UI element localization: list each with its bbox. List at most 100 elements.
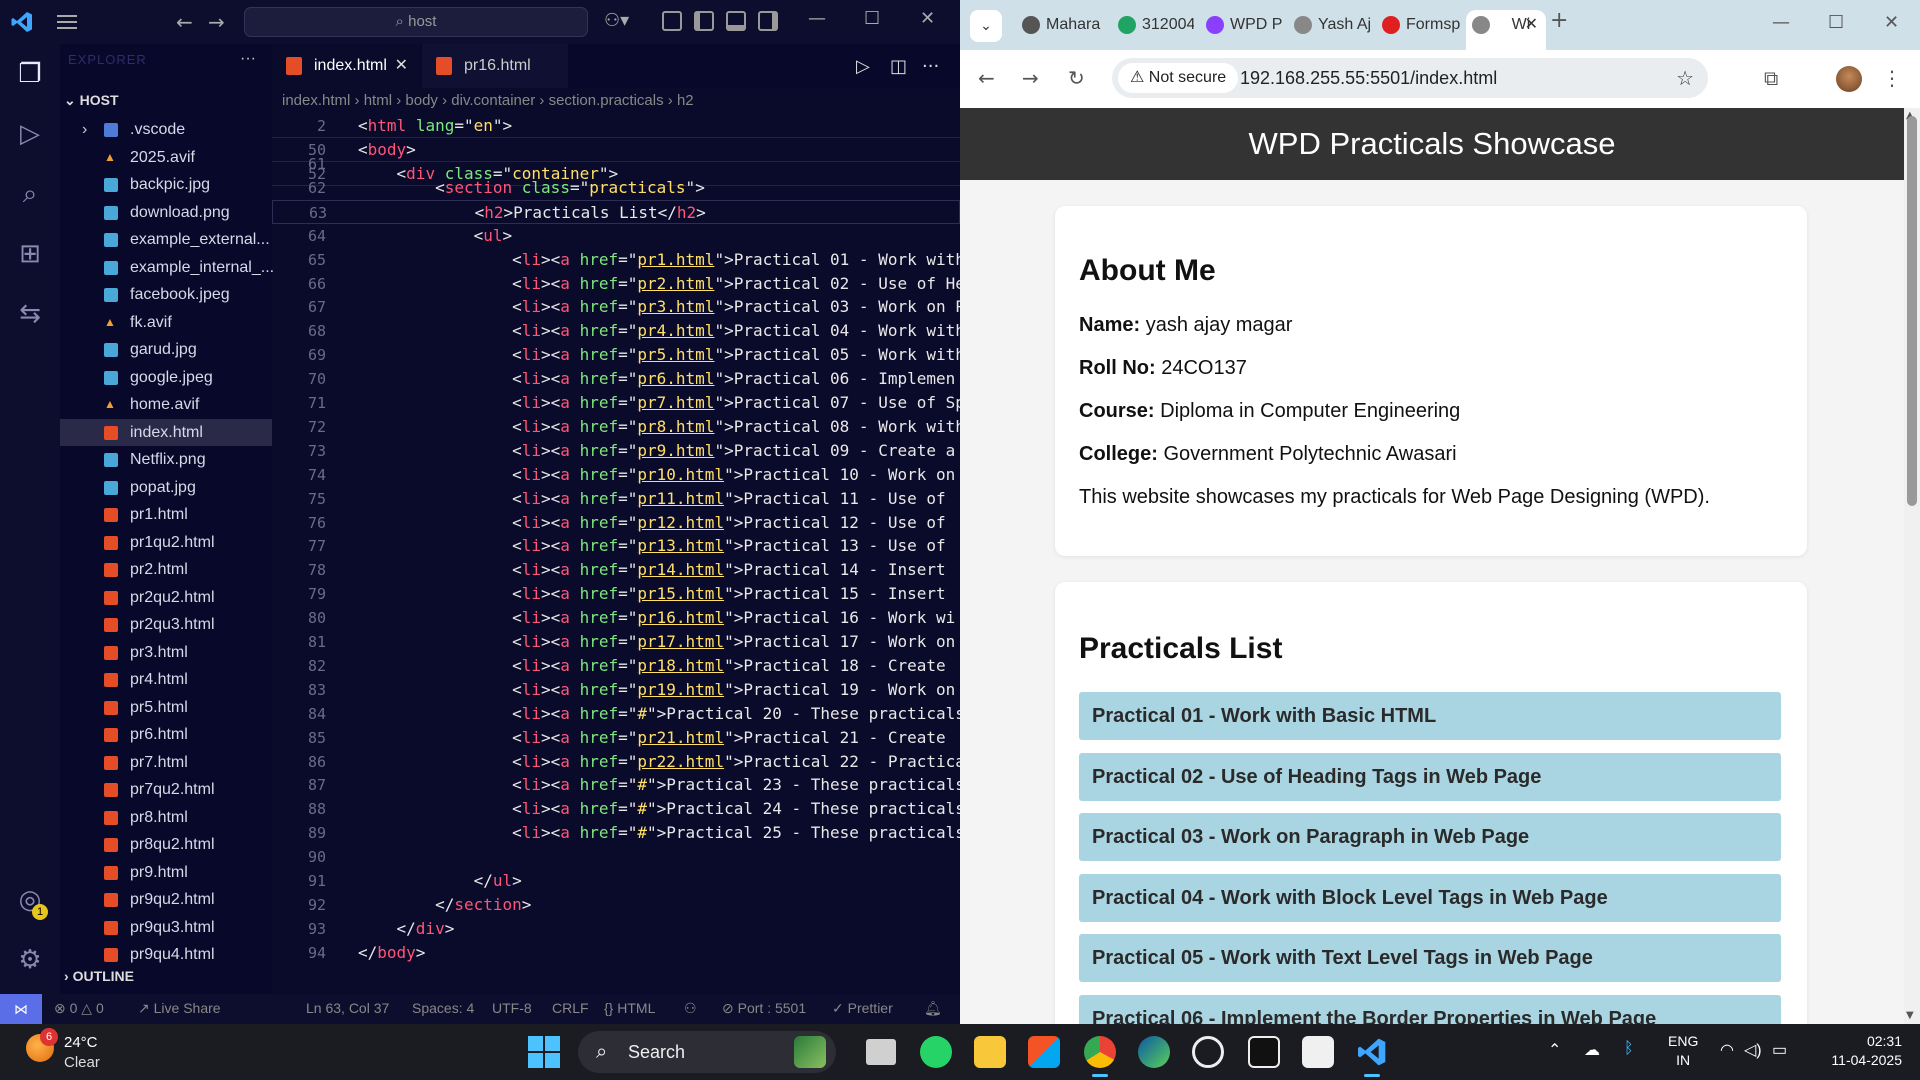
breadcrumb-item[interactable]: html — [364, 92, 392, 109]
practical-link[interactable]: Practical 05 - Work with Text Level Tags… — [1079, 934, 1781, 982]
more-icon[interactable]: ··· — [922, 56, 939, 77]
code-line[interactable]: 91 </ul> — [272, 869, 960, 893]
chatgpt-icon[interactable] — [1192, 1036, 1224, 1068]
forward-arrow-icon[interactable]: → — [1022, 66, 1039, 90]
practical-link[interactable]: Practical 04 - Work with Block Level Tag… — [1079, 873, 1781, 922]
code-line[interactable]: 61 — [272, 152, 960, 176]
code-line[interactable]: 89 <li><a href="#">Practical 25 - These … — [272, 821, 960, 845]
file-item[interactable]: pr7.html — [60, 749, 272, 777]
copilot-status-icon[interactable]: ⚇ — [684, 1000, 697, 1017]
file-item[interactable]: pr2qu3.html — [60, 611, 272, 639]
breadcrumb-item[interactable]: body — [405, 92, 438, 109]
settings-gear-icon[interactable]: ⚙ — [14, 944, 46, 976]
file-item[interactable]: ▲ home.avif — [60, 391, 272, 419]
task-view-icon[interactable] — [866, 1039, 896, 1065]
split-editor-icon[interactable]: ◫ — [890, 56, 907, 77]
cursor-position[interactable]: Ln 63, Col 37 — [306, 1000, 389, 1016]
indentation[interactable]: Spaces: 4 — [412, 1000, 474, 1016]
tab-search-button[interactable]: ⌄ — [970, 10, 1002, 42]
edge-icon[interactable] — [1138, 1036, 1170, 1068]
file-item[interactable]: google.jpeg — [60, 364, 272, 392]
file-item[interactable]: index.html — [60, 418, 272, 446]
back-arrow-icon[interactable]: ← — [176, 10, 193, 34]
file-item[interactable]: pr5.html — [60, 694, 272, 722]
page-scrollbar[interactable]: ▲ ▼ — [1904, 108, 1920, 1024]
wifi-icon[interactable]: ◠ — [1720, 1040, 1734, 1060]
breadcrumb-item[interactable]: h2 — [677, 92, 694, 109]
more-vertical-icon[interactable]: ⋮ — [1882, 66, 1902, 90]
file-item[interactable]: ▲ 2025.avif — [60, 144, 272, 172]
encoding[interactable]: UTF-8 — [492, 1000, 532, 1016]
chrome-icon[interactable] — [1084, 1036, 1116, 1077]
code-line[interactable]: 94 </body> — [272, 941, 960, 965]
toggle-secondary-sidebar-icon[interactable] — [758, 11, 778, 31]
windows-start-icon[interactable] — [528, 1036, 560, 1068]
more-actions-icon[interactable]: ··· — [240, 50, 256, 68]
code-line[interactable]: 79 <li><a href="pr15.html">Practical 15 … — [272, 582, 960, 606]
close-tab-icon[interactable]: ✕ — [1525, 10, 1538, 40]
file-item[interactable]: pr1qu2.html — [60, 529, 272, 557]
code-line[interactable]: 80 <li><a href="pr16.html">Practical 16 … — [272, 606, 960, 630]
back-arrow-icon[interactable]: ← — [978, 66, 995, 90]
code-line[interactable]: 69 <li><a href="pr5.html">Practical 05 -… — [272, 343, 960, 367]
tab-pr16-html[interactable]: pr16.html — [422, 44, 568, 88]
code-line[interactable]: 75 <li><a href="pr11.html">Practical 11 … — [272, 487, 960, 511]
file-item[interactable]: pr9qu3.html — [60, 914, 272, 942]
code-line[interactable]: 88 <li><a href="#">Practical 24 - These … — [272, 797, 960, 821]
search-highlight-icon[interactable] — [794, 1036, 826, 1068]
close-window-icon[interactable]: ✕ — [1884, 12, 1899, 33]
remote-icon[interactable]: ⋈ — [0, 994, 42, 1024]
file-item[interactable]: pr4.html — [60, 666, 272, 694]
layout-icon[interactable] — [662, 11, 682, 31]
tab-index-html[interactable]: index.html ✕ — [272, 44, 420, 88]
code-line[interactable]: 64 <ul> — [272, 224, 960, 248]
code-line[interactable]: 70 <li><a href="pr6.html">Practical 06 -… — [272, 367, 960, 391]
outline-header[interactable]: › OUTLINE — [64, 968, 134, 984]
code-line[interactable]: 82 <li><a href="pr18.html">Practical 18 … — [272, 654, 960, 678]
file-item[interactable]: download.png — [60, 199, 272, 227]
maximize-icon[interactable]: ☐ — [1828, 12, 1844, 33]
file-item[interactable]: pr2.html — [60, 556, 272, 584]
code-line[interactable]: 90 — [272, 845, 960, 869]
file-item[interactable]: pr1.html — [60, 501, 272, 529]
code-line[interactable]: 85 <li><a href="pr21.html">Practical 21 … — [272, 726, 960, 750]
bookmark-star-icon[interactable]: ☆ — [1676, 66, 1694, 91]
weather-widget[interactable]: 6 24°C Clear — [26, 1028, 146, 1074]
extensions-icon[interactable]: ⊞ — [14, 238, 46, 270]
capcut-icon[interactable] — [1248, 1036, 1280, 1068]
file-item[interactable]: pr2qu2.html — [60, 584, 272, 612]
onedrive-icon[interactable]: ☁ — [1584, 1040, 1600, 1060]
code-line[interactable]: 81 <li><a href="pr17.html">Practical 17 … — [272, 630, 960, 654]
file-item[interactable]: pr8.html — [60, 804, 272, 832]
breadcrumb-item[interactable]: section.practicals — [549, 92, 664, 109]
menu-icon[interactable] — [56, 12, 78, 32]
practical-link[interactable]: Practical 01 - Work with Basic HTML — [1079, 692, 1781, 740]
profile-avatar[interactable] — [1836, 66, 1862, 92]
file-item[interactable]: pr7qu2.html — [60, 776, 272, 804]
run-debug-icon[interactable]: ▷ — [14, 118, 46, 150]
code-line[interactable]: 83 <li><a href="pr19.html">Practical 19 … — [272, 678, 960, 702]
code-line[interactable]: 84 <li><a href="#">Practical 20 - These … — [272, 702, 960, 726]
notifications-icon[interactable]: 🔔︎ — [924, 1000, 942, 1017]
code-line[interactable]: 63 <h2>Practicals List</h2> — [272, 199, 960, 224]
practical-link[interactable]: Practical 03 - Work on Paragraph in Web … — [1079, 813, 1781, 861]
code-line[interactable]: 62 <section class="practicals"> — [272, 176, 960, 200]
whatsapp-icon[interactable] — [920, 1036, 952, 1068]
prettier-status[interactable]: ✓ Prettier — [832, 1000, 893, 1017]
reload-icon[interactable]: ↻ — [1068, 66, 1085, 90]
microsoft-store-icon[interactable] — [1028, 1036, 1060, 1068]
file-item[interactable]: example_external... — [60, 226, 272, 254]
practical-link[interactable]: Practical 06 - Implement the Border Prop… — [1079, 994, 1781, 1024]
minimize-icon[interactable]: — — [808, 8, 826, 29]
file-item[interactable]: garud.jpg — [60, 336, 272, 364]
code-line[interactable]: 72 <li><a href="pr8.html">Practical 08 -… — [272, 415, 960, 439]
scroll-down-icon[interactable]: ▼ — [1906, 1010, 1914, 1021]
browser-tab[interactable]: WPD P — [1200, 10, 1282, 40]
security-chip[interactable]: ⚠ Not secure — [1118, 63, 1239, 93]
code-line[interactable]: 77 <li><a href="pr13.html">Practical 13 … — [272, 534, 960, 558]
scrollbar-thumb[interactable] — [1907, 116, 1917, 506]
code-line[interactable]: 68 <li><a href="pr4.html">Practical 04 -… — [272, 319, 960, 343]
close-window-icon[interactable]: ✕ — [920, 8, 935, 29]
close-tab-icon[interactable]: ✕ — [395, 44, 408, 88]
file-item[interactable]: pr9qu4.html — [60, 941, 272, 969]
